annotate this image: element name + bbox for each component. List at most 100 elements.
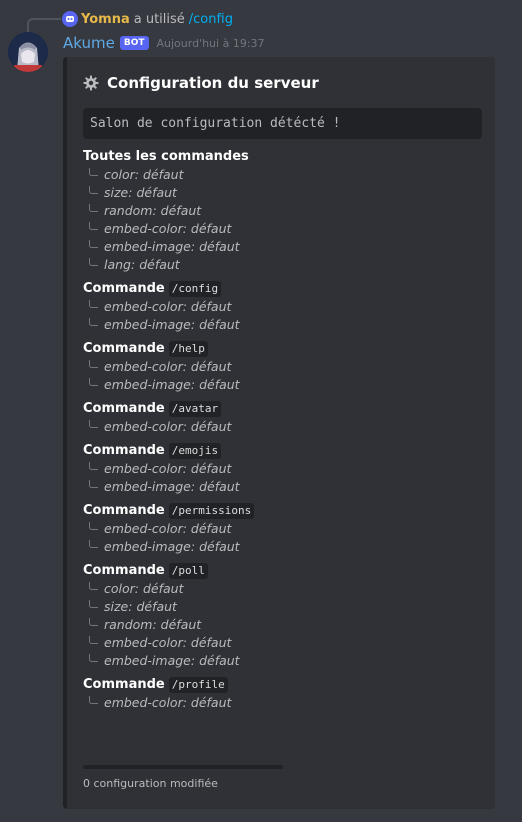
option-separator: :	[190, 479, 200, 494]
option-line: color: défaut	[83, 166, 483, 184]
tree-branch-icon	[89, 168, 98, 176]
option-key: embed-image	[104, 653, 191, 668]
option-separator: :	[134, 167, 143, 182]
option-separator: :	[152, 617, 161, 632]
option-separator: :	[182, 419, 191, 434]
embed-field: Toutes les commandes color: défaut size: d…	[83, 148, 483, 274]
tree-branch-icon	[89, 420, 98, 428]
option-separator: :	[131, 257, 140, 272]
tree-branch-icon	[89, 318, 98, 326]
option-separator: :	[152, 203, 161, 218]
option-line: embed-image: défaut	[83, 478, 483, 496]
option-value: défaut	[190, 695, 232, 710]
message-header: Akume BOT Aujourd'hui à 19:37	[63, 33, 265, 53]
option-separator: :	[190, 317, 200, 332]
option-separator: :	[182, 521, 191, 536]
option-key: embed-color	[104, 419, 183, 434]
tree-branch-icon	[89, 636, 98, 644]
option-value: défaut	[190, 299, 232, 314]
option-line: embed-color: défaut	[83, 220, 483, 238]
command-code: /permissions	[168, 503, 255, 519]
option-key: embed-color	[104, 695, 183, 710]
option-value: défaut	[190, 461, 232, 476]
option-line: random: défaut	[83, 202, 483, 220]
option-value: défaut	[136, 185, 177, 200]
embed: Configuration du serveur Salon de config…	[63, 57, 495, 809]
tree-branch-icon	[89, 360, 98, 368]
option-key: embed-color	[104, 299, 183, 314]
option-separator: :	[190, 239, 200, 254]
field-name: Commande/emojis	[83, 442, 483, 460]
message-timestamp[interactable]: Aujourd'hui à 19:37	[157, 37, 265, 50]
option-line: embed-image: défaut	[83, 652, 483, 670]
option-line: embed-color: défaut	[83, 358, 483, 376]
option-key: color	[104, 581, 135, 596]
tree-branch-icon	[89, 696, 98, 704]
author-username[interactable]: Akume	[63, 34, 115, 52]
field-name: Commande/config	[83, 280, 483, 298]
embed-field: Commande/poll color: défaut size: défaut ra…	[83, 562, 483, 670]
option-key: embed-image	[104, 539, 191, 554]
option-value: défaut	[190, 521, 232, 536]
option-line: embed-image: défaut	[83, 538, 483, 556]
command-code: /avatar	[168, 401, 222, 417]
option-key: embed-color	[104, 635, 183, 650]
option-line: random: défaut	[83, 616, 483, 634]
option-value: défaut	[190, 635, 232, 650]
tree-branch-icon	[89, 222, 98, 230]
option-separator: :	[134, 581, 143, 596]
tree-branch-icon	[89, 462, 98, 470]
option-separator: :	[182, 299, 191, 314]
option-line: embed-image: défaut	[83, 376, 483, 394]
option-key: lang	[104, 257, 131, 272]
option-value: défaut	[142, 167, 184, 182]
option-line: embed-color: défaut	[83, 460, 483, 478]
option-key: size	[104, 185, 129, 200]
option-separator: :	[182, 359, 191, 374]
reply-username[interactable]: Yomna	[81, 12, 130, 27]
footer-divider	[83, 765, 283, 769]
option-value: défaut	[190, 419, 232, 434]
option-key: random	[104, 203, 153, 218]
tree-branch-icon	[89, 522, 98, 530]
option-line: embed-image: défaut	[83, 238, 483, 256]
option-line: embed-color: défaut	[83, 298, 483, 316]
reply-connector	[27, 18, 61, 33]
option-line: embed-color: défaut	[83, 418, 483, 436]
field-name-text: Commande	[83, 341, 165, 356]
option-separator: :	[182, 461, 191, 476]
option-value: défaut	[190, 359, 232, 374]
field-name: Commande/avatar	[83, 400, 483, 418]
option-value: défaut	[160, 203, 202, 218]
option-separator: :	[190, 377, 200, 392]
embed-field: Commande/permissions embed-color: défaut e…	[83, 502, 483, 556]
tree-branch-icon	[89, 654, 98, 662]
embed-field: Commande/help embed-color: défaut embed-im…	[83, 340, 483, 394]
option-key: embed-image	[104, 239, 191, 254]
option-value: défaut	[199, 377, 240, 392]
reply-command[interactable]: /config	[189, 12, 233, 27]
option-key: embed-image	[104, 479, 191, 494]
option-separator: :	[182, 695, 191, 710]
option-line: embed-color: défaut	[83, 520, 483, 538]
embed-title-text: Configuration du serveur	[107, 74, 319, 92]
tree-branch-icon	[89, 258, 98, 266]
option-value: défaut	[199, 239, 240, 254]
option-value: défaut	[139, 257, 180, 272]
tree-branch-icon	[89, 618, 98, 626]
reply-avatar-icon[interactable]	[62, 11, 78, 27]
embed-field: Commande/config embed-color: défaut embed-…	[83, 280, 483, 334]
option-separator: :	[182, 635, 191, 650]
field-name: Commande/profile	[83, 676, 483, 694]
field-name-text: Toutes les commandes	[83, 149, 249, 164]
field-name-text: Commande	[83, 281, 165, 296]
embed-field: Commande/profile embed-color: défaut	[83, 676, 483, 712]
field-name: Toutes les commandes	[83, 148, 483, 166]
option-value: défaut	[190, 221, 232, 236]
embed-title: Configuration du serveur	[83, 74, 319, 92]
option-key: embed-color	[104, 521, 183, 536]
reply-action: a utilisé	[133, 11, 185, 27]
reply-context[interactable]: Yomna a utilisé /config	[62, 10, 233, 28]
option-separator: :	[190, 653, 200, 668]
avatar[interactable]	[8, 32, 48, 72]
